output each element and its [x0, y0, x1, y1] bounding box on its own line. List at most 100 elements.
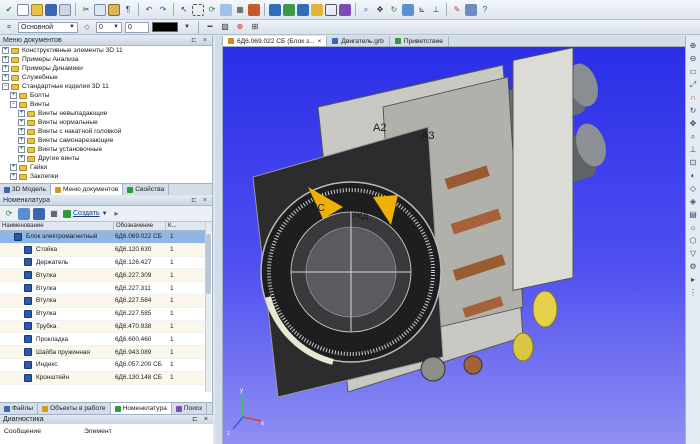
tree-item[interactable]: + Конструктивные элементы 3D 11: [0, 46, 212, 55]
perspective-icon[interactable]: [339, 3, 351, 16]
options-icon[interactable]: ▸: [111, 208, 123, 220]
panel-tab[interactable]: Файлы: [0, 403, 38, 414]
wire-icon[interactable]: ◇: [688, 184, 698, 193]
undo-icon[interactable]: ↶: [143, 4, 155, 16]
view-front-icon[interactable]: [269, 3, 281, 16]
orientation-icon[interactable]: ⊥: [688, 145, 698, 154]
pin-close-icon[interactable]: ⊏ ×: [191, 36, 212, 45]
expand-icon[interactable]: +: [10, 173, 17, 180]
perspective-view-icon[interactable]: ⬡: [688, 236, 698, 245]
panel-tab[interactable]: Объекты в работе: [38, 403, 111, 414]
select-icon[interactable]: [192, 3, 204, 16]
close-icon[interactable]: ×: [318, 36, 322, 47]
orient-icon[interactable]: ⊥: [430, 4, 442, 16]
scrollbar-thumb[interactable]: [206, 234, 211, 294]
open-icon[interactable]: [31, 3, 43, 16]
library-icon[interactable]: [465, 3, 477, 16]
help-icon[interactable]: ?: [479, 4, 491, 16]
filter-view-icon[interactable]: ▽: [688, 249, 698, 258]
step-field[interactable]: 0: [125, 21, 149, 33]
cursor-icon[interactable]: ↖: [178, 4, 190, 16]
expand-icon[interactable]: ▸: [688, 275, 698, 284]
3d-viewport[interactable]: A2 A3 KC РКД y x z: [223, 47, 685, 444]
ortho-icon[interactable]: ⊞: [249, 21, 261, 33]
rotate-view-icon[interactable]: ↻: [688, 106, 698, 115]
assembly-model[interactable]: A2 A3 KC РКД y x z: [223, 47, 685, 444]
nomenclature-scrollbar[interactable]: [205, 222, 211, 392]
tree-item[interactable]: + Винты невыпадающие: [0, 109, 212, 118]
pan-icon[interactable]: ✥: [374, 4, 386, 16]
tree-item[interactable]: + Служебные: [0, 73, 212, 82]
rotate-icon[interactable]: ↻: [388, 4, 400, 16]
tree-item[interactable]: + Заклепки: [0, 172, 212, 181]
tree-item[interactable]: + Винты самонарезающие: [0, 136, 212, 145]
column-header-message[interactable]: Сообщение: [0, 428, 80, 444]
hidden-lines-icon[interactable]: ◈: [688, 197, 698, 206]
expand-icon[interactable]: +: [2, 74, 9, 81]
document-tab[interactable]: Приветствие: [390, 36, 449, 46]
expand-icon[interactable]: +: [18, 119, 25, 126]
table-row[interactable]: Втулка 6Д6.227.584 1: [0, 294, 206, 308]
collapse-icon[interactable]: −: [2, 83, 9, 90]
expand-icon[interactable]: +: [18, 146, 25, 153]
search-icon[interactable]: ⌕: [688, 132, 698, 141]
layer-select[interactable]: 0 ▼: [96, 21, 122, 33]
pin-close-icon[interactable]: ⊏ ×: [191, 196, 212, 205]
table-row[interactable]: Индекс 6Д6.057.200 СБ 1: [0, 359, 206, 372]
rebuild-icon[interactable]: ⟳: [206, 4, 218, 16]
panel-splitter[interactable]: [215, 36, 223, 444]
refresh-icon[interactable]: ⟳: [3, 208, 15, 220]
panel-tab[interactable]: Свойства: [123, 184, 170, 195]
zoom-icon[interactable]: ⌕: [360, 4, 372, 16]
document-tab[interactable]: 6Д6.069.022 СБ (Блок з... ×: [223, 36, 328, 47]
check-icon[interactable]: ✔: [3, 4, 15, 16]
column-header-qty[interactable]: К...: [166, 222, 206, 230]
column-header-name[interactable]: Наименование: [0, 222, 114, 230]
column-header-code[interactable]: Обозначение: [114, 222, 166, 230]
edit-icon[interactable]: ✎: [451, 4, 463, 16]
table-row[interactable]: Стойка 6Д6.120.630 1: [0, 243, 206, 257]
zoom-in-icon[interactable]: ⊕: [688, 41, 698, 50]
pan-view-icon[interactable]: ✥: [688, 119, 698, 128]
zoom-out-icon[interactable]: ⊖: [688, 54, 698, 63]
tree-item[interactable]: + Винты нормальные: [0, 118, 212, 127]
panel-tab[interactable]: Меню документов: [50, 184, 124, 195]
snap-icon[interactable]: ⊕: [234, 21, 246, 33]
color-dropdown-icon[interactable]: ▼: [181, 21, 193, 33]
table-row[interactable]: Втулка 6Д6.227.309 1: [0, 269, 206, 283]
expand-icon[interactable]: +: [10, 92, 17, 99]
light-icon[interactable]: ☼: [688, 223, 698, 232]
pin-close-icon[interactable]: ⊏ ×: [192, 415, 213, 424]
print-icon[interactable]: [59, 3, 71, 16]
tree-item[interactable]: + Винты установочные: [0, 145, 212, 154]
paste-icon[interactable]: [108, 3, 120, 16]
shaded-icon[interactable]: [311, 3, 323, 16]
table-row[interactable]: Шайба пружинная 6Д6.943.089 1: [0, 346, 206, 359]
grid-icon[interactable]: ▦: [234, 4, 246, 16]
save-icon[interactable]: [45, 3, 57, 16]
more-icon[interactable]: ⋮: [688, 288, 698, 297]
create-button[interactable]: Создать ▼: [63, 209, 108, 218]
cut-icon[interactable]: ✂: [80, 4, 92, 16]
expand-icon[interactable]: +: [2, 65, 9, 72]
tree-item[interactable]: + Примеры Анализа: [0, 55, 212, 64]
expand-icon[interactable]: +: [2, 56, 9, 63]
expand-icon[interactable]: +: [18, 137, 25, 144]
magnet-icon[interactable]: ∩: [688, 93, 698, 102]
table-row[interactable]: Прокладка 6Д6.600.460 1: [0, 333, 206, 347]
expand-icon[interactable]: +: [10, 164, 17, 171]
tree-item[interactable]: − Винты: [0, 100, 212, 109]
panel-tab[interactable]: 3D Модель: [0, 184, 51, 195]
style-select[interactable]: Основной ▼: [18, 21, 78, 33]
table-row[interactable]: Держатель 6Д6.126.427 1: [0, 257, 206, 270]
view-top-icon[interactable]: [297, 3, 309, 16]
expand-icon[interactable]: +: [2, 47, 9, 54]
tree-item[interactable]: + Болты: [0, 91, 212, 100]
zoom-window-icon[interactable]: ▭: [688, 67, 698, 76]
column-header-element[interactable]: Элемент: [80, 428, 112, 444]
table-row[interactable]: Блок электромагнитный 6Д6.069.022 СБ 1: [0, 231, 206, 244]
table-row[interactable]: Втулка 6Д6.227.585 1: [0, 308, 206, 321]
filter-icon[interactable]: [18, 207, 30, 220]
tree-item[interactable]: − Стандартные изделия 3D 11: [0, 82, 212, 91]
format-icon[interactable]: ¶: [122, 4, 134, 16]
